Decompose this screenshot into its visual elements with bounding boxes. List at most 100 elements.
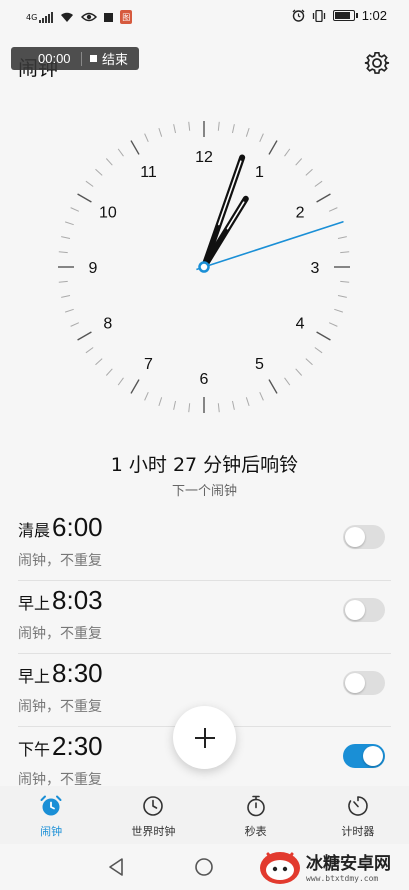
clock-tick: [130, 379, 140, 394]
settings-button[interactable]: [362, 48, 392, 78]
clock-tick: [95, 358, 103, 366]
clock-number: 4: [296, 316, 305, 333]
clock-number: 8: [103, 316, 112, 333]
app-badge-icon: 图: [120, 10, 133, 24]
alarm-clock-icon: [40, 795, 62, 816]
alarm-period: 清晨: [18, 521, 51, 540]
alarm-toggle[interactable]: [343, 744, 385, 768]
watermark-text: 冰糖安卓网 www.btxtdmy.com: [306, 849, 391, 883]
clock-tick: [305, 168, 313, 176]
stop-icon: [90, 55, 97, 62]
clock-number: 5: [255, 356, 264, 373]
alarm-item[interactable]: 早上 8:03 闹钟，不重复: [18, 581, 391, 654]
watermark-name: 冰糖安卓网: [306, 854, 391, 874]
alarm-description: 闹钟，不重复: [18, 626, 102, 642]
home-icon[interactable]: [194, 857, 214, 877]
tab-alarm[interactable]: 闹钟: [0, 786, 102, 844]
clock-tick: [188, 403, 191, 413]
clock-tick: [340, 280, 350, 283]
clock-tick: [245, 397, 250, 407]
plus-icon: [194, 727, 215, 748]
tab-label: 计时器: [341, 825, 375, 838]
network-label: 4G: [26, 12, 38, 22]
clock-tick: [173, 124, 177, 134]
clock-tick: [259, 391, 264, 401]
clock-number: 10: [99, 205, 117, 222]
tab-timer[interactable]: 计时器: [307, 786, 409, 844]
clock-tick: [64, 308, 74, 313]
status-time: 1:02: [361, 8, 387, 23]
clock-tick: [130, 140, 140, 155]
clock-tick: [58, 251, 68, 254]
back-icon[interactable]: [107, 857, 125, 877]
clock-tick: [173, 400, 177, 410]
clock-tick: [85, 180, 94, 187]
hour-hand-slit: [226, 201, 245, 230]
clock-tick: [61, 294, 71, 298]
clock-tick: [144, 133, 149, 143]
signal-icon: [39, 11, 54, 23]
vibrate-icon: [312, 9, 325, 22]
clock-tick: [231, 124, 235, 134]
clock-tick: [77, 193, 92, 203]
stopwatch-icon: [246, 795, 265, 817]
analog-clock: 121234567891011: [58, 121, 350, 413]
clock-hub: [198, 261, 210, 273]
clock-tick: [231, 400, 235, 410]
alarm-time-line: 早上 8:30: [18, 658, 103, 689]
clock-tick: [268, 140, 278, 155]
tab-stopwatch[interactable]: 秒表: [205, 786, 307, 844]
alarm-period: 早上: [18, 667, 51, 686]
clock-number: 11: [140, 164, 157, 181]
gear-icon: [364, 52, 390, 74]
eye-icon: [81, 12, 98, 22]
alarm-description: 闹钟，不重复: [18, 553, 102, 569]
clock-tick: [158, 127, 163, 137]
clock-tick: [158, 397, 163, 407]
screen-record-pill[interactable]: 00:00 结束: [11, 47, 139, 70]
site-watermark: 冰糖安卓网 www.btxtdmy.com: [258, 842, 409, 890]
clock-tick: [268, 379, 278, 394]
clock-number: 3: [311, 260, 320, 277]
notification-square-icon: [104, 12, 114, 22]
alarm-toggle[interactable]: [343, 525, 385, 549]
clock-tick: [295, 158, 303, 166]
watermark-logo-icon: [260, 852, 300, 884]
clock-tick: [328, 322, 338, 327]
clock-tick: [188, 121, 191, 131]
alarm-toggle[interactable]: [343, 671, 385, 695]
clock-tick: [314, 347, 323, 354]
clock-number: 7: [144, 356, 153, 373]
clock-tick: [328, 207, 338, 212]
alarm-time-line: 清晨 6:00: [18, 512, 103, 543]
tab-world-clock[interactable]: 世界时钟: [102, 786, 204, 844]
alarm-time: 8:30: [52, 658, 103, 688]
clock-number: 9: [89, 260, 98, 277]
clock-tick: [305, 358, 313, 366]
clock-tick: [334, 308, 344, 313]
toggle-knob: [345, 527, 365, 547]
record-stop-label[interactable]: 结束: [102, 49, 128, 68]
alarm-period: 下午: [18, 740, 51, 759]
clock-tick: [117, 377, 124, 386]
status-bar: 4G 图 1:02: [0, 0, 409, 34]
clock-tick: [77, 331, 92, 341]
clock-tick: [95, 168, 103, 176]
alarm-toggle[interactable]: [343, 598, 385, 622]
add-alarm-button[interactable]: [173, 706, 236, 769]
bottom-tab-bar: 闹钟 世界时钟 秒表 计时器: [0, 786, 409, 844]
clock-tick: [340, 251, 350, 254]
clock-tick: [337, 236, 347, 240]
toggle-knob: [363, 746, 383, 766]
clock-tick: [217, 403, 220, 413]
clock-tick: [105, 368, 113, 376]
clock-tick: [105, 158, 113, 166]
clock-number: 12: [195, 149, 213, 166]
clock-number: 1: [255, 164, 264, 181]
wifi-icon: [61, 12, 74, 22]
clock-tick: [58, 280, 68, 283]
alarm-item[interactable]: 清晨 6:00 闹钟，不重复: [18, 508, 391, 581]
toggle-knob: [345, 600, 365, 620]
clock-hands: [196, 154, 344, 273]
clock-tick: [117, 148, 124, 157]
